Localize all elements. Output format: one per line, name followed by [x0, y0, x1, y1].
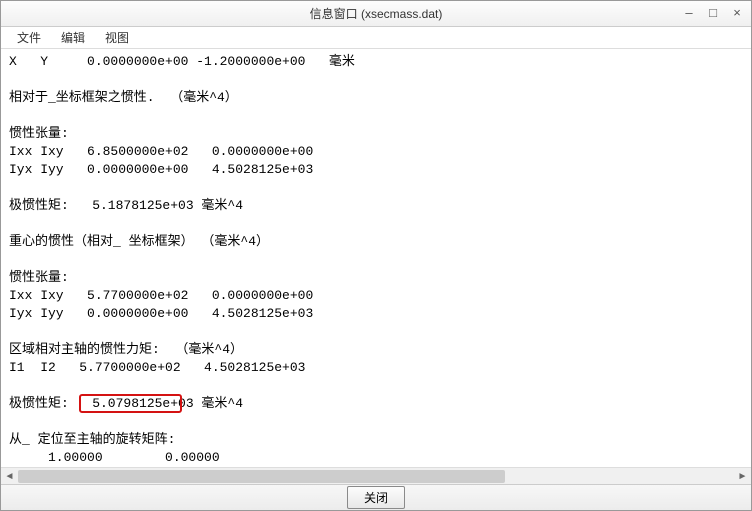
window-controls: – □ × [679, 3, 747, 21]
window-title: 信息窗口 (xsecmass.dat) [310, 5, 443, 22]
scrollbar-thumb[interactable] [18, 470, 505, 483]
content-line: 相对于_坐标框架之惯性. （毫米^4） [9, 90, 238, 105]
content-wrapper: X Y 0.0000000e+00 -1.2000000e+00 毫米 相对于_… [1, 49, 751, 467]
content-line: Ixx Ixy 5.7700000e+02 0.0000000e+00 [9, 288, 313, 303]
close-window-button[interactable]: × [727, 3, 747, 21]
text-content: X Y 0.0000000e+00 -1.2000000e+00 毫米 相对于_… [1, 49, 751, 467]
content-line: 极惯性矩: 5.0798125e+03 毫米^4 [9, 396, 243, 411]
content-line: 区域相对主轴的惯性力矩: （毫米^4） [9, 342, 243, 357]
menu-file[interactable]: 文件 [7, 27, 51, 48]
content-line: Iyx Iyy 0.0000000e+00 4.5028125e+03 [9, 306, 313, 321]
maximize-button[interactable]: □ [703, 3, 723, 21]
footer: 关闭 [1, 484, 751, 510]
horizontal-scrollbar[interactable]: ◄ ► [1, 467, 751, 484]
content-line: 从_ 定位至主轴的旋转矩阵: [9, 432, 175, 447]
menu-edit[interactable]: 编辑 [51, 27, 95, 48]
scrollbar-track[interactable] [18, 468, 734, 484]
menu-view[interactable]: 视图 [95, 27, 139, 48]
menubar: 文件 编辑 视图 [1, 27, 751, 49]
close-button[interactable]: 关闭 [347, 486, 405, 509]
content-line: 极惯性矩: 5.1878125e+03 毫米^4 [9, 198, 243, 213]
minimize-button[interactable]: – [679, 3, 699, 21]
scroll-left-icon[interactable]: ◄ [1, 468, 18, 485]
titlebar: 信息窗口 (xsecmass.dat) – □ × [1, 1, 751, 27]
content-line: 1.00000 0.00000 [9, 450, 220, 465]
content-line: Iyx Iyy 0.0000000e+00 4.5028125e+03 [9, 162, 313, 177]
content-line: I1 I2 5.7700000e+02 4.5028125e+03 [9, 360, 305, 375]
content-line: 重心的惯性（相对_ 坐标框架） （毫米^4） [9, 234, 269, 249]
content-line: Ixx Ixy 6.8500000e+02 0.0000000e+00 [9, 144, 313, 159]
scroll-right-icon[interactable]: ► [734, 468, 751, 485]
content-line: 惯性张量: [9, 126, 69, 141]
content-line: X Y 0.0000000e+00 -1.2000000e+00 毫米 [9, 54, 355, 69]
content-line: 惯性张量: [9, 270, 69, 285]
